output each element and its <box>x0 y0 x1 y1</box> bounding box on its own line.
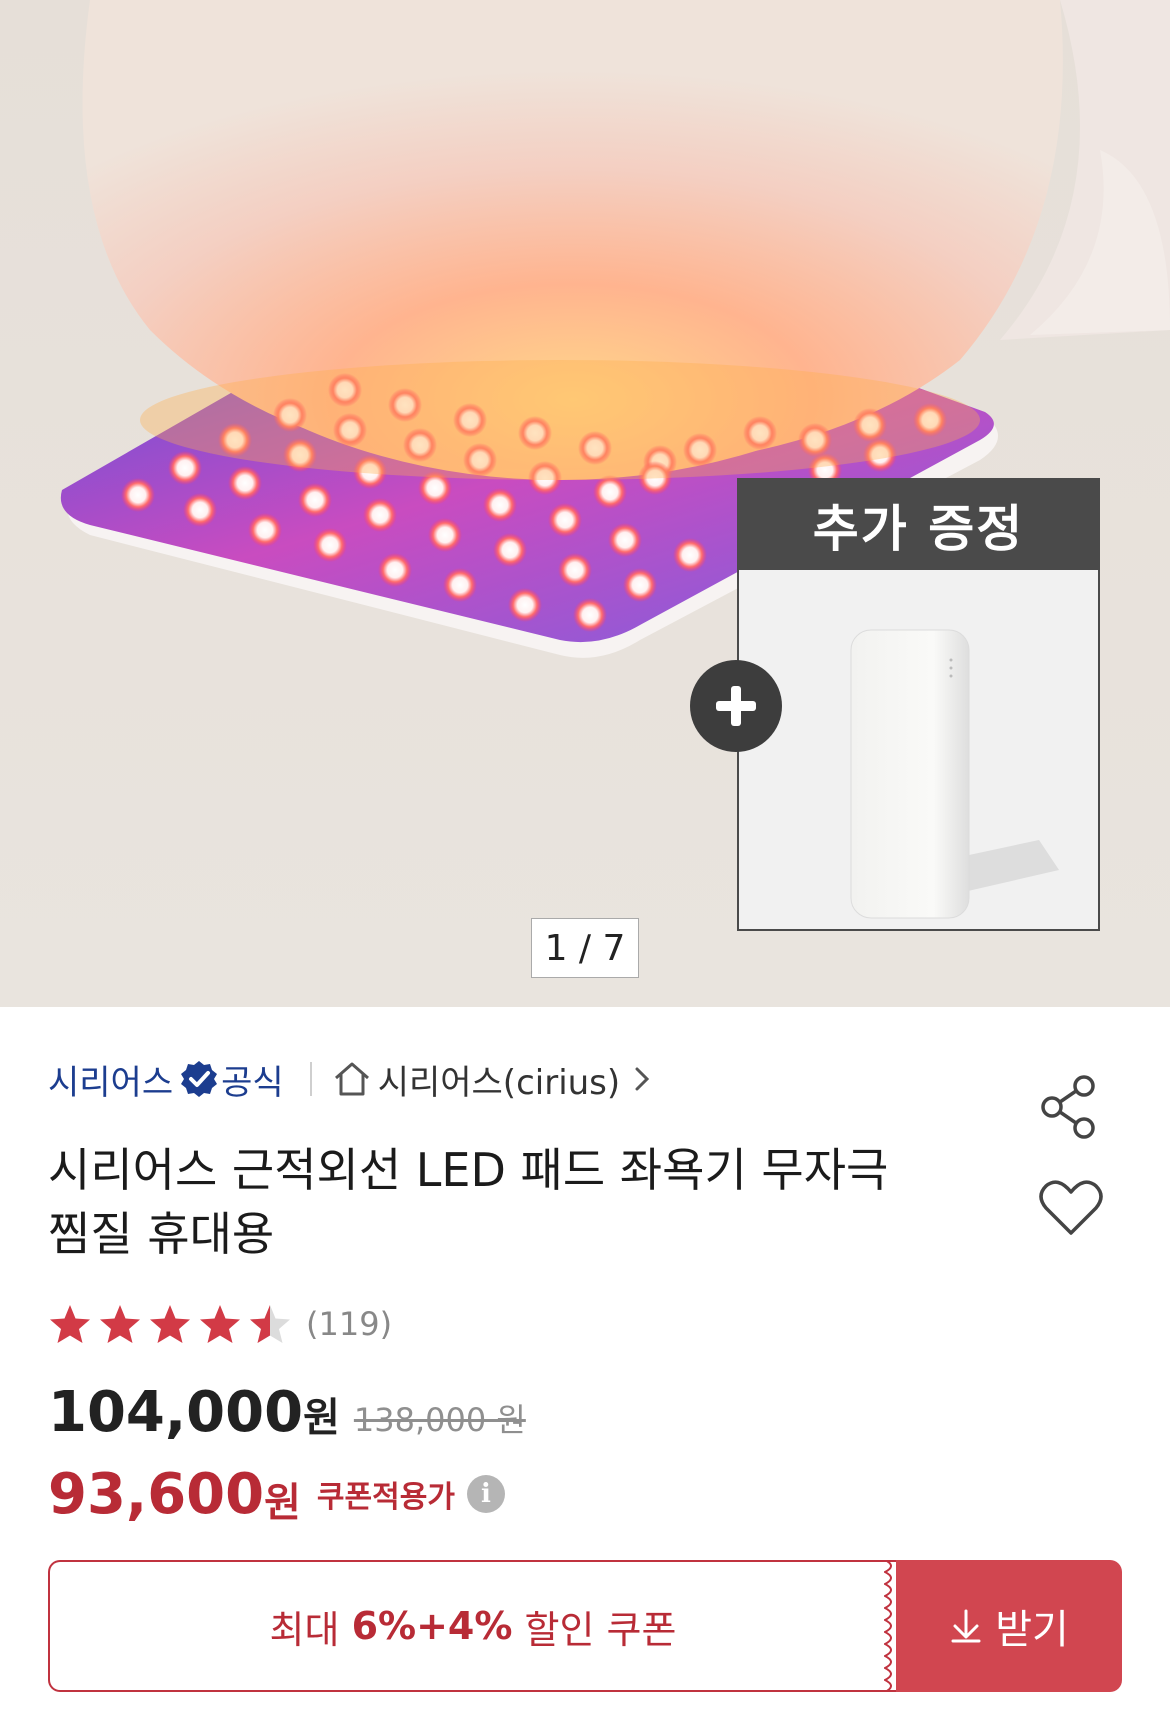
product-title-line2: 찜질 휴대용 <box>48 1207 275 1261</box>
divider <box>309 1062 312 1096</box>
image-counter: 1 / 7 <box>531 918 639 978</box>
coupon-price-label: 쿠폰적용가 <box>316 1480 455 1515</box>
brand-name[interactable]: 시리어스 <box>48 1055 173 1104</box>
heart-icon[interactable] <box>1038 1178 1104 1238</box>
star-icon <box>150 1305 190 1343</box>
coupon-price-unit: 원 <box>264 1480 301 1526</box>
rating-row[interactable]: (119) <box>48 1296 392 1352</box>
gift-bonus-card: 추가 증정 <box>737 478 1100 931</box>
coupon-plus: + <box>416 1604 448 1648</box>
store-name: 시리어스(cirius) <box>377 1062 621 1103</box>
coupon-price: 93,600 <box>48 1461 265 1527</box>
download-icon <box>949 1608 983 1644</box>
coupon-download-label: 받기 <box>995 1607 1069 1653</box>
power-bank-image <box>850 629 1059 919</box>
star-icon <box>100 1305 140 1343</box>
coupon-pct2: 4% <box>447 1604 513 1648</box>
brand-row: 시리어스 공식 시리어스(cirius) <box>48 1052 650 1106</box>
coupon-suffix: 할인 쿠폰 <box>524 1607 677 1652</box>
product-title: 시리어스 근적외선 LED 패드 좌욕기 무자극 찜질 휴대용 <box>48 1138 948 1266</box>
coupon-price-row: 93,600 원 쿠폰적용가 i <box>48 1454 505 1534</box>
star-rating <box>48 1303 292 1345</box>
coupon-banner[interactable]: 최대 6% + 4% 할인 쿠폰 <box>48 1560 896 1692</box>
plus-icon <box>690 660 782 752</box>
verified-badge-icon <box>179 1059 219 1099</box>
product-title-line1: 시리어스 근적외선 LED 패드 좌욕기 무자극 <box>48 1143 889 1197</box>
coupon-prefix: 최대 <box>269 1607 340 1652</box>
gift-item-image <box>739 570 1098 931</box>
half-star-icon <box>250 1305 290 1343</box>
coupon-download-button[interactable]: 받기 <box>896 1560 1122 1692</box>
product-detail-page: 추가 증정 1 / 7 시리어스 공식 시리어스(cirius) 시리어스 근적… <box>0 0 1170 1731</box>
sale-price: 104,000 <box>48 1380 304 1445</box>
coupon-pct1: 6% <box>351 1604 417 1648</box>
gift-badge-label: 추가 증정 <box>739 480 1098 570</box>
star-icon <box>200 1305 240 1343</box>
share-icon[interactable] <box>1036 1074 1102 1140</box>
official-label: 공식 <box>221 1062 284 1103</box>
star-icon <box>50 1305 90 1343</box>
sale-price-unit: 원 <box>303 1395 340 1441</box>
info-icon[interactable]: i <box>466 1475 505 1513</box>
original-price: 138,000 원 <box>353 1401 526 1439</box>
product-image-carousel[interactable]: 추가 증정 1 / 7 <box>0 0 1170 1007</box>
chevron-right-icon <box>634 1066 650 1092</box>
review-count[interactable]: (119) <box>306 1305 392 1343</box>
home-icon <box>332 1060 372 1098</box>
store-link[interactable]: 시리어스(cirius) <box>332 1055 650 1104</box>
price-row: 104,000 원 138,000 원 <box>48 1380 526 1452</box>
